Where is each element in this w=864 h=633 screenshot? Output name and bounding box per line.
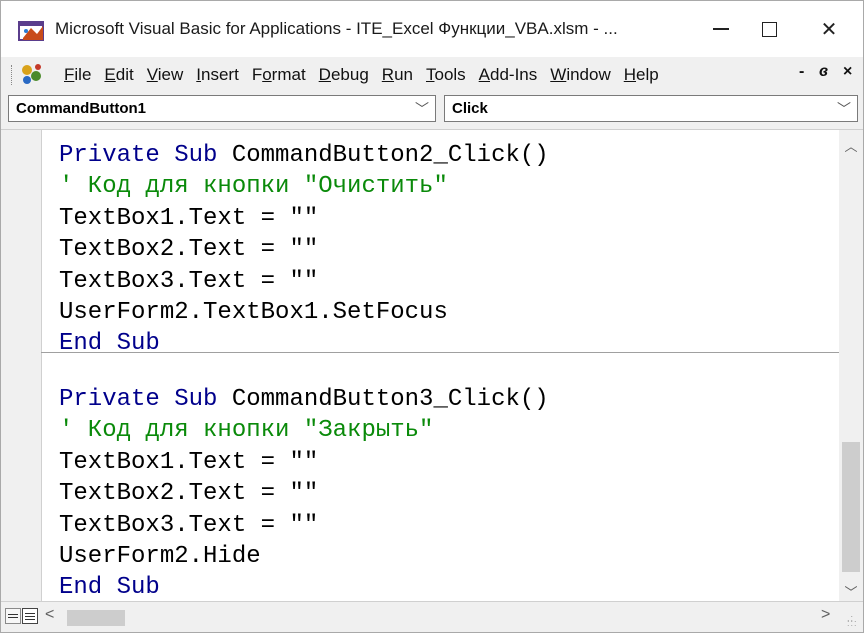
code-line[interactable]: End Sub bbox=[59, 328, 549, 359]
code-text: TextBox3.Text = "" bbox=[59, 511, 319, 539]
title-bar: Microsoft Visual Basic for Applications … bbox=[1, 1, 863, 57]
menu-item-help[interactable]: Help bbox=[619, 65, 667, 85]
menu-item-add-ins[interactable]: Add-Ins bbox=[474, 65, 546, 85]
code-line[interactable]: TextBox2.Text = "" bbox=[59, 478, 549, 509]
vba-project-icon[interactable] bbox=[17, 61, 47, 87]
menu-item-tools[interactable]: Tools bbox=[421, 65, 474, 85]
menu-item-window[interactable]: Window bbox=[545, 65, 618, 85]
vba-editor-icon bbox=[18, 21, 44, 41]
code-line[interactable]: UserForm2.TextBox1.SetFocus bbox=[59, 297, 549, 328]
object-dropdown-value: CommandButton1 bbox=[16, 100, 146, 117]
menu-item-view[interactable]: View bbox=[142, 65, 192, 85]
horizontal-scroll-thumb[interactable] bbox=[67, 610, 125, 626]
procedure-block[interactable]: Private Sub CommandButton2_Click() ' Код … bbox=[59, 140, 549, 360]
code-text: TextBox1.Text = "" bbox=[59, 204, 319, 232]
menu-items: File Edit View Insert Format Debug Run Tools Add… bbox=[59, 65, 667, 85]
code-text: UserForm2.TextBox1.SetFocus bbox=[59, 298, 448, 326]
code-line[interactable]: Private Sub CommandButton2_Click() bbox=[59, 140, 549, 171]
margin-indicator-bar[interactable] bbox=[1, 130, 42, 601]
bottom-bar: < > .:::: bbox=[1, 601, 863, 632]
code-text: CommandButton3_Click() bbox=[231, 386, 549, 413]
code-text: TextBox2.Text = "" bbox=[59, 480, 319, 508]
window-title: Microsoft Visual Basic for Applications … bbox=[55, 19, 618, 38]
mdi-restore-button[interactable]: ɞ bbox=[819, 63, 828, 81]
code-window-header: CommandButton1 ﹀ Click ﹀ bbox=[1, 91, 863, 130]
procedure-view-button[interactable] bbox=[5, 608, 21, 624]
code-line[interactable]: ' Код для кнопки "Очистить" bbox=[59, 171, 549, 202]
chevron-down-icon[interactable]: ﹀ bbox=[839, 580, 863, 602]
resize-grip-icon[interactable]: .:::: bbox=[847, 614, 859, 628]
mdi-close-button[interactable]: × bbox=[843, 63, 852, 81]
code-text: TextBox2.Text = "" bbox=[59, 236, 319, 264]
code-keyword: Private Sub bbox=[59, 142, 232, 169]
minimize-icon bbox=[713, 28, 729, 30]
code-line[interactable]: TextBox3.Text = "" bbox=[59, 510, 549, 541]
chevron-up-icon[interactable]: ︿ bbox=[839, 134, 863, 156]
code-editor[interactable]: Private Sub CommandButton2_Click() ' Код … bbox=[1, 130, 839, 601]
menu-item-debug[interactable]: Debug bbox=[314, 65, 377, 85]
menu-item-run[interactable]: Run bbox=[377, 65, 421, 85]
chevron-right-icon[interactable]: > bbox=[821, 606, 830, 624]
chevron-down-icon[interactable]: ﹀ bbox=[415, 99, 429, 119]
code-text: CommandButton2_Click() bbox=[231, 142, 549, 169]
maximize-icon bbox=[761, 21, 777, 37]
code-line[interactable]: Private Sub CommandButton3_Click() bbox=[59, 384, 549, 415]
vertical-scroll-thumb[interactable] bbox=[842, 442, 860, 572]
code-text: TextBox1.Text = "" bbox=[59, 448, 319, 476]
menu-item-insert[interactable]: Insert bbox=[191, 65, 247, 85]
code-text: TextBox3.Text = "" bbox=[59, 267, 319, 295]
minimize-button[interactable] bbox=[701, 11, 741, 47]
menu-item-format[interactable]: Format bbox=[247, 65, 314, 85]
full-module-view-button[interactable] bbox=[22, 608, 38, 624]
code-line[interactable]: TextBox2.Text = "" bbox=[59, 234, 549, 265]
code-comment: ' Код для кнопки "Закрыть" bbox=[59, 417, 434, 445]
maximize-button[interactable] bbox=[749, 11, 789, 47]
vertical-scrollbar[interactable]: ︿ ﹀ bbox=[839, 130, 863, 601]
close-button[interactable]: ✕ bbox=[809, 11, 849, 47]
procedure-block[interactable]: Private Sub CommandButton3_Click() ' Код … bbox=[59, 384, 549, 601]
menu-item-file[interactable]: File bbox=[59, 65, 99, 85]
toolbar-grip[interactable] bbox=[11, 65, 14, 85]
code-keyword: Private Sub bbox=[59, 386, 232, 413]
code-comment: ' Код для кнопки "Очистить" bbox=[59, 173, 448, 201]
chevron-left-icon[interactable]: < bbox=[45, 606, 54, 624]
procedure-dropdown-value: Click bbox=[452, 100, 488, 117]
object-dropdown[interactable]: CommandButton1 ﹀ bbox=[8, 95, 436, 122]
vba-editor-window: Microsoft Visual Basic for Applications … bbox=[0, 0, 864, 633]
code-line[interactable]: TextBox1.Text = "" bbox=[59, 447, 549, 478]
mdi-minimize-button[interactable]: - bbox=[799, 63, 804, 81]
code-keyword: End Sub bbox=[59, 574, 160, 601]
code-keyword: End Sub bbox=[59, 330, 160, 358]
menu-item-edit[interactable]: Edit bbox=[99, 65, 141, 85]
menu-bar: File Edit View Insert Format Debug Run Tools Add… bbox=[1, 57, 863, 91]
code-line[interactable]: TextBox3.Text = "" bbox=[59, 266, 549, 297]
code-line[interactable]: ' Код для кнопки "Закрыть" bbox=[59, 415, 549, 446]
code-text: UserForm2.Hide bbox=[59, 542, 261, 570]
procedure-dropdown[interactable]: Click ﹀ bbox=[444, 95, 858, 122]
code-line[interactable]: TextBox1.Text = "" bbox=[59, 203, 549, 234]
code-line[interactable]: End Sub bbox=[59, 572, 549, 601]
code-line[interactable]: UserForm2.Hide bbox=[59, 541, 549, 572]
chevron-down-icon[interactable]: ﹀ bbox=[837, 99, 851, 119]
procedure-separator bbox=[41, 352, 839, 353]
